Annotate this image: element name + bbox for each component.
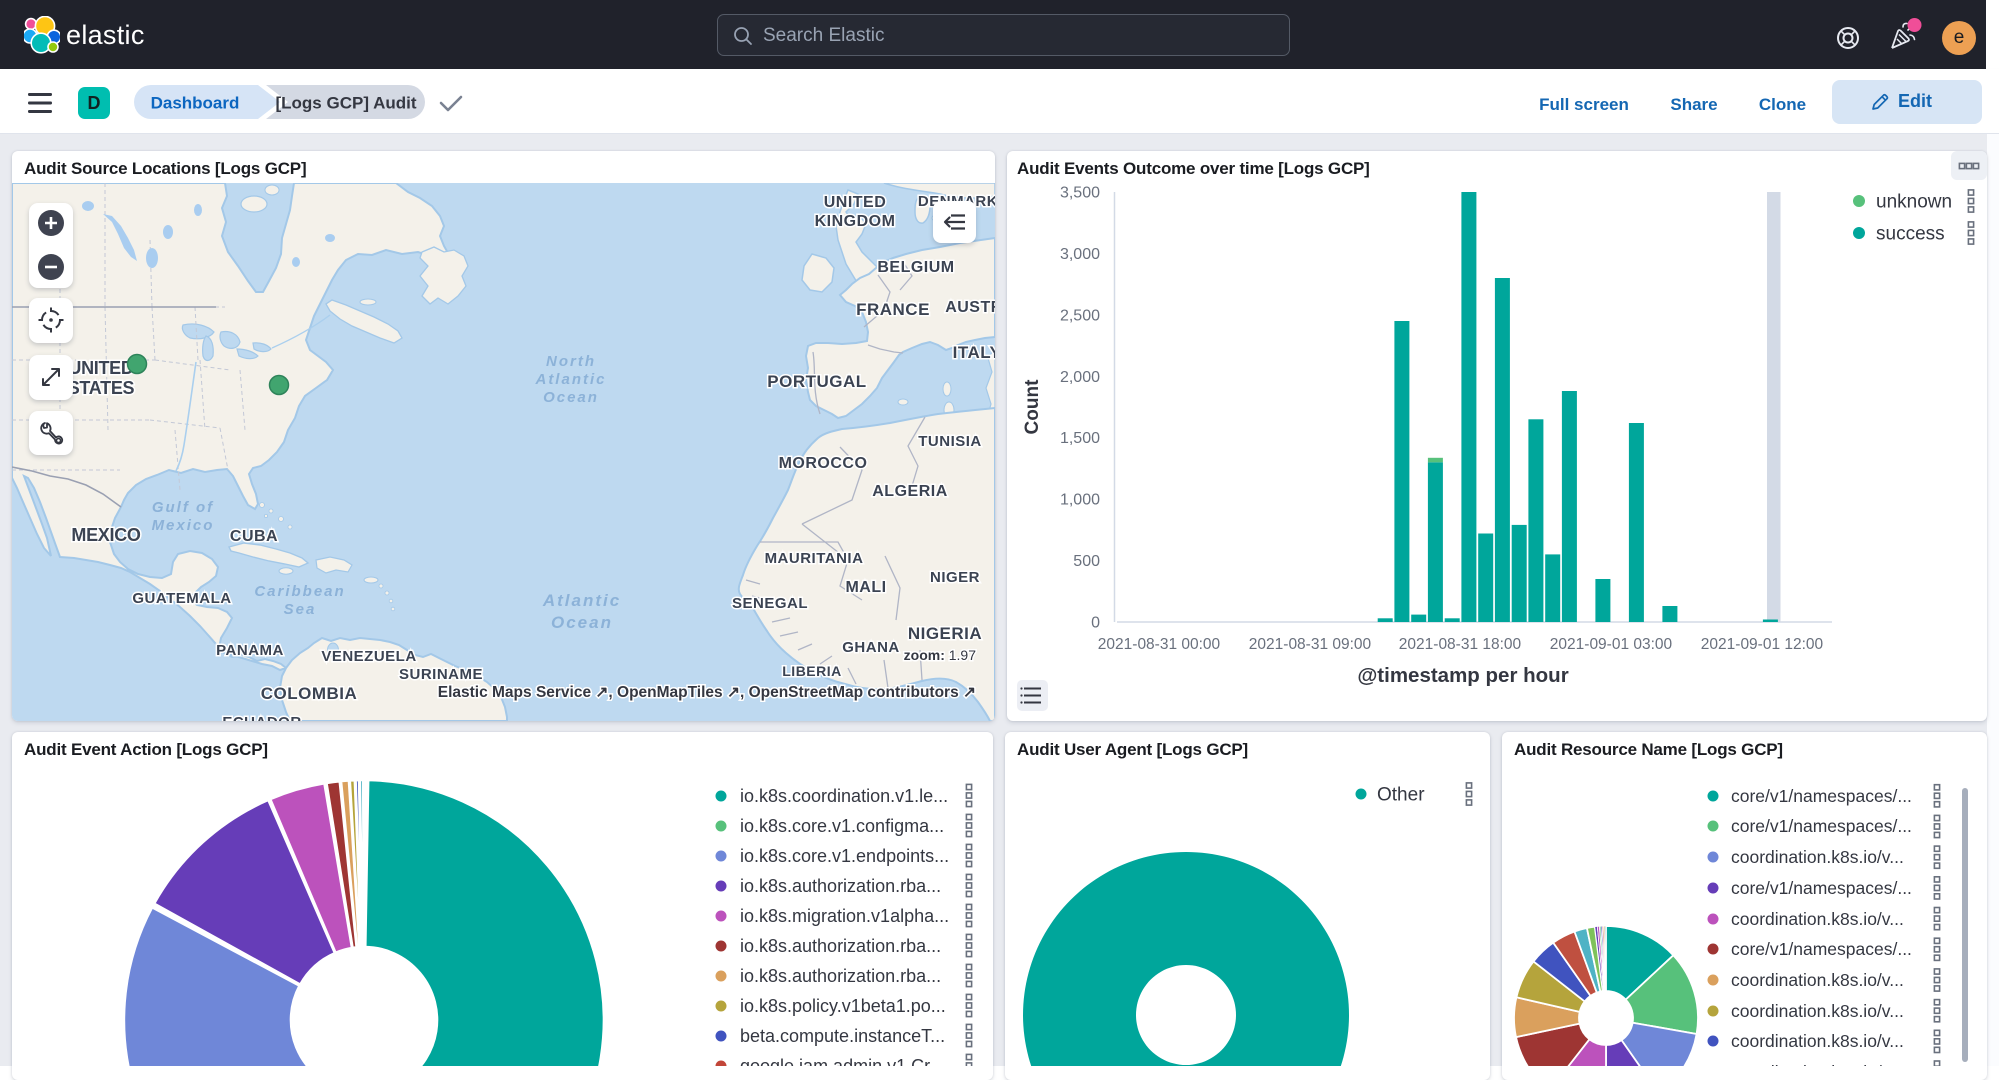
svg-text:core/v1/namespaces/...: core/v1/namespaces/... — [1731, 878, 1912, 898]
svg-text:KINGDOM: KINGDOM — [815, 213, 896, 230]
svg-text:coordination.k8s.io/v...: coordination.k8s.io/v... — [1731, 1031, 1904, 1051]
svg-text:2021-09-01 03:00: 2021-09-01 03:00 — [1550, 636, 1673, 653]
svg-text:3,500: 3,500 — [1060, 185, 1100, 202]
svg-text:SENEGAL: SENEGAL — [732, 595, 808, 612]
svg-text:MEXICO: MEXICO — [71, 525, 141, 545]
svg-text:io.k8s.core.v1.configma...: io.k8s.core.v1.configma... — [740, 816, 944, 836]
svg-text:BELGIUM: BELGIUM — [877, 259, 954, 276]
svg-text:Ocean: Ocean — [551, 613, 613, 632]
svg-text:coordination.k8s.io/v...: coordination.k8s.io/v... — [1731, 970, 1904, 990]
svg-text:coordination.k8s.io/v...: coordination.k8s.io/v... — [1731, 909, 1904, 929]
svg-text:GUATEMALA: GUATEMALA — [132, 590, 231, 607]
svg-text:UNITED: UNITED — [824, 194, 887, 211]
svg-text:io.k8s.migration.v1alpha...: io.k8s.migration.v1alpha... — [740, 906, 949, 926]
svg-text:Dashboard: Dashboard — [151, 94, 240, 113]
svg-text:NIGER: NIGER — [930, 569, 980, 586]
svg-text:success: success — [1876, 224, 1945, 245]
svg-text:PANAMA: PANAMA — [216, 642, 284, 659]
svg-text:MOROCCO: MOROCCO — [779, 455, 868, 472]
svg-text:[Logs GCP] Audit: [Logs GCP] Audit — [275, 94, 416, 113]
svg-text:core/v1/namespaces/...: core/v1/namespaces/... — [1731, 939, 1912, 959]
svg-text:2021-08-31 18:00: 2021-08-31 18:00 — [1399, 636, 1522, 653]
svg-text:STATES: STATES — [68, 378, 135, 398]
svg-text:google.iam.admin.v1.Cr...: google.iam.admin.v1.Cr... — [740, 1056, 944, 1066]
svg-text:MAURITANIA: MAURITANIA — [765, 550, 864, 567]
svg-text:io.k8s.coordination.v1.le...: io.k8s.coordination.v1.le... — [740, 786, 948, 806]
svg-text:coordination.k8s.io/v...: coordination.k8s.io/v... — [1731, 1001, 1904, 1021]
svg-text:coordination.k8s.io/v...: coordination.k8s.io/v... — [1731, 847, 1904, 867]
svg-text:MALI: MALI — [845, 579, 886, 596]
svg-text:io.k8s.authorization.rba...: io.k8s.authorization.rba... — [740, 876, 941, 896]
svg-text:core/v1/namespaces/...: core/v1/namespaces/... — [1731, 816, 1912, 836]
svg-text:FRANCE: FRANCE — [856, 300, 930, 319]
svg-text:Gulf of: Gulf of — [152, 499, 214, 516]
svg-text:io.k8s.authorization.rba...: io.k8s.authorization.rba... — [740, 936, 941, 956]
svg-text:VENEZUELA: VENEZUELA — [321, 648, 416, 665]
svg-text:500: 500 — [1073, 553, 1100, 570]
svg-text:Mexico: Mexico — [152, 517, 215, 534]
svg-text:TUNISIA: TUNISIA — [918, 433, 982, 450]
svg-text:3,000: 3,000 — [1060, 246, 1100, 263]
svg-text:io.k8s.authorization.rba...: io.k8s.authorization.rba... — [740, 966, 941, 986]
svg-text:1,000: 1,000 — [1060, 492, 1100, 509]
svg-text:LIBERIA: LIBERIA — [782, 663, 842, 679]
svg-text:Count: Count — [1022, 379, 1043, 435]
svg-text:zoom: 1.97: zoom: 1.97 — [904, 647, 977, 663]
svg-text:beta.compute.instanceT...: beta.compute.instanceT... — [740, 1026, 945, 1046]
svg-text:UNITED: UNITED — [68, 358, 134, 378]
svg-text:Atlantic: Atlantic — [534, 371, 606, 388]
svg-text:PORTUGAL: PORTUGAL — [767, 372, 866, 391]
svg-text:GHANA: GHANA — [842, 639, 900, 656]
svg-text:ALGERIA: ALGERIA — [872, 483, 948, 500]
svg-text:unknown: unknown — [1876, 192, 1952, 213]
svg-text:1,500: 1,500 — [1060, 430, 1100, 447]
svg-text:CUBA: CUBA — [230, 528, 278, 545]
svg-text:SURINAME: SURINAME — [399, 666, 483, 683]
svg-text:2021-08-31 09:00: 2021-08-31 09:00 — [1249, 636, 1372, 653]
svg-text:2,500: 2,500 — [1060, 307, 1100, 324]
svg-text:COLOMBIA: COLOMBIA — [261, 684, 358, 703]
svg-text:0: 0 — [1091, 615, 1100, 632]
svg-text:@timestamp per hour: @timestamp per hour — [1357, 664, 1568, 687]
svg-text:ITALY: ITALY — [953, 343, 995, 362]
svg-text:North: North — [546, 353, 596, 370]
svg-text:Elastic Maps Service ↗, OpenMa: Elastic Maps Service ↗, OpenMapTiles ↗, … — [438, 684, 976, 701]
svg-text:core/v1/namespaces/...: core/v1/namespaces/... — [1731, 786, 1912, 806]
svg-text:AUSTR: AUSTR — [945, 299, 995, 316]
svg-text:io.k8s.core.v1.endpoints...: io.k8s.core.v1.endpoints... — [740, 846, 949, 866]
svg-text:Atlantic: Atlantic — [542, 591, 621, 610]
svg-text:Caribbean: Caribbean — [254, 583, 345, 600]
svg-text:2,000: 2,000 — [1060, 369, 1100, 386]
svg-text:coordination.k8s.io/v...: coordination.k8s.io/v... — [1731, 1062, 1904, 1066]
svg-text:ECUADOR: ECUADOR — [222, 714, 301, 721]
svg-text:2021-09-01 12:00: 2021-09-01 12:00 — [1701, 636, 1824, 653]
svg-text:Other: Other — [1377, 785, 1425, 806]
svg-text:io.k8s.policy.v1beta1.po...: io.k8s.policy.v1beta1.po... — [740, 996, 946, 1016]
svg-text:NIGERIA: NIGERIA — [908, 624, 982, 643]
svg-text:Sea: Sea — [284, 601, 317, 618]
svg-text:Ocean: Ocean — [543, 389, 599, 406]
svg-text:2021-08-31 00:00: 2021-08-31 00:00 — [1098, 636, 1221, 653]
